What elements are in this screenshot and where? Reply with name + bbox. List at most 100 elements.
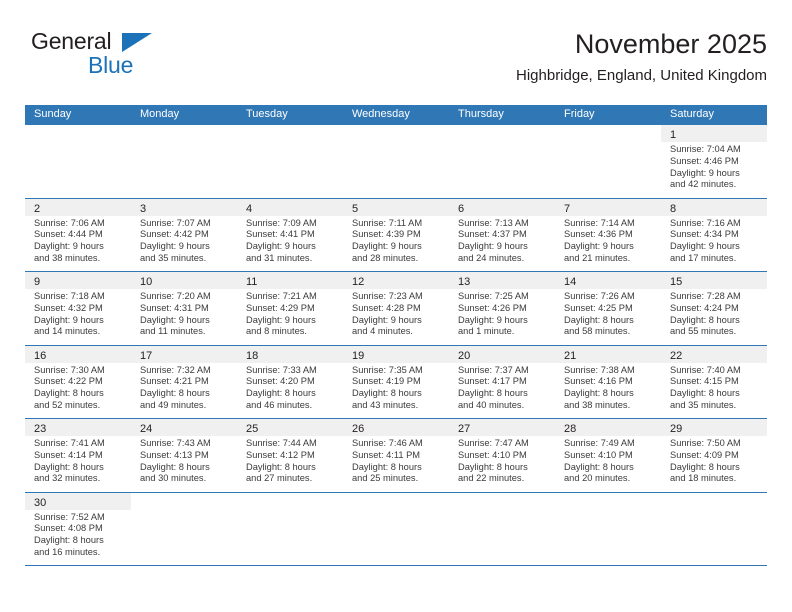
day-cell-12[interactable]: 12 Sunrise: 7:23 AM Sunset: 4:28 PM Dayligh…	[343, 272, 449, 345]
day-detail-line: Sunrise: 7:50 AM	[670, 438, 741, 448]
day-detail-line: and 21 minutes.	[564, 252, 631, 263]
day-detail-line: Sunrise: 7:16 AM	[670, 217, 741, 228]
day-number: 27	[458, 423, 471, 435]
day-detail-line: and 22 minutes.	[458, 473, 525, 484]
day-detail-line: Sunset: 4:26 PM	[458, 302, 527, 313]
day-cell-5[interactable]: 5 Sunrise: 7:11 AM Sunset: 4:39 PM Daylight…	[343, 198, 449, 272]
day-detail-line: and 55 minutes.	[670, 326, 737, 337]
day-cell-23[interactable]: 23 Sunrise: 7:41 AM Sunset: 4:14 PM Dayligh…	[25, 419, 131, 492]
day-details	[343, 142, 449, 144]
day-number-band: 7	[555, 198, 661, 216]
day-number-band: 29	[661, 419, 767, 436]
day-detail-line: and 30 minutes.	[140, 473, 207, 484]
day-detail-line: Daylight: 9 hours	[458, 241, 528, 252]
day-detail-line: and 18 minutes.	[670, 473, 737, 484]
day-cell-16[interactable]: 16 Sunrise: 7:30 AM Sunset: 4:22 PM Dayligh…	[25, 345, 131, 419]
day-detail-line: Sunset: 4:21 PM	[140, 376, 209, 387]
day-cell-6[interactable]: 6 Sunrise: 7:13 AM Sunset: 4:37 PM Daylight…	[449, 198, 555, 272]
day-detail-line: and 38 minutes.	[564, 399, 631, 410]
day-detail-line: Daylight: 8 hours	[246, 388, 316, 399]
day-number: 1	[670, 129, 677, 141]
day-number-band: 16	[25, 345, 131, 363]
day-number: 28	[564, 423, 577, 435]
day-detail-line: Sunrise: 7:41 AM	[34, 438, 105, 448]
day-number: 24	[140, 423, 153, 435]
day-details: Sunrise: 7:18 AM Sunset: 4:32 PM Daylight:…	[25, 289, 131, 338]
day-details: Sunrise: 7:23 AM Sunset: 4:28 PM Daylight:…	[343, 289, 449, 338]
brand-logo[interactable]: General Blue	[25, 28, 175, 86]
day-cell-18[interactable]: 18 Sunrise: 7:33 AM Sunset: 4:20 PM Dayligh…	[237, 345, 343, 419]
day-number-band: 28	[555, 419, 661, 436]
day-detail-line: Sunset: 4:16 PM	[564, 376, 633, 387]
day-number-band: 15	[661, 272, 767, 289]
day-cell-1[interactable]: 1 Sunrise: 7:04 AM Sunset: 4:46 PM Daylight…	[661, 125, 767, 198]
day-detail-line: Daylight: 9 hours	[140, 314, 210, 325]
day-details: Sunrise: 7:07 AM Sunset: 4:42 PM Daylight:…	[131, 216, 237, 265]
day-cell-20[interactable]: 20 Sunrise: 7:37 AM Sunset: 4:17 PM Dayligh…	[449, 345, 555, 419]
day-cell-empty	[131, 493, 237, 566]
day-detail-line: Sunrise: 7:21 AM	[246, 291, 317, 301]
day-detail-line: Sunset: 4:19 PM	[352, 376, 421, 387]
day-number-band: 26	[343, 419, 449, 436]
day-cell-14[interactable]: 14 Sunrise: 7:26 AM Sunset: 4:25 PM Dayligh…	[555, 272, 661, 345]
day-detail-line: Sunset: 4:44 PM	[34, 229, 103, 240]
day-detail-line: Sunrise: 7:38 AM	[564, 364, 635, 375]
day-cell-7[interactable]: 7 Sunrise: 7:14 AM Sunset: 4:36 PM Daylight…	[555, 198, 661, 272]
day-detail-line: and 58 minutes.	[564, 326, 631, 337]
day-cell-11[interactable]: 11 Sunrise: 7:21 AM Sunset: 4:29 PM Dayligh…	[237, 272, 343, 345]
day-cell-21[interactable]: 21 Sunrise: 7:38 AM Sunset: 4:16 PM Dayligh…	[555, 345, 661, 419]
day-detail-line: and 17 minutes.	[670, 252, 737, 263]
day-cell-9[interactable]: 9 Sunrise: 7:18 AM Sunset: 4:32 PM Daylight…	[25, 272, 131, 345]
day-cell-empty	[661, 493, 767, 566]
day-cell-15[interactable]: 15 Sunrise: 7:28 AM Sunset: 4:24 PM Dayligh…	[661, 272, 767, 345]
day-detail-line: Daylight: 9 hours	[34, 241, 104, 252]
day-details	[237, 142, 343, 144]
day-number: 17	[140, 349, 153, 362]
day-detail-line: Daylight: 8 hours	[246, 461, 316, 472]
day-cell-30[interactable]: 30 Sunrise: 7:52 AM Sunset: 4:08 PM Dayligh…	[25, 492, 131, 566]
title-block: November 2025 Highbridge, England, Unite…	[516, 28, 767, 86]
day-details: Sunrise: 7:11 AM Sunset: 4:39 PM Daylight:…	[343, 216, 449, 265]
day-detail-line: Daylight: 8 hours	[564, 314, 634, 325]
day-detail-line: Sunset: 4:11 PM	[352, 449, 421, 460]
day-cell-19[interactable]: 19 Sunrise: 7:35 AM Sunset: 4:19 PM Dayligh…	[343, 345, 449, 419]
day-cell-27[interactable]: 27 Sunrise: 7:47 AM Sunset: 4:10 PM Dayligh…	[449, 419, 555, 492]
day-detail-line: and 31 minutes.	[246, 252, 313, 263]
day-cell-22[interactable]: 22 Sunrise: 7:40 AM Sunset: 4:15 PM Dayligh…	[661, 345, 767, 419]
day-detail-line: Daylight: 8 hours	[352, 461, 422, 472]
day-details: Sunrise: 7:04 AM Sunset: 4:46 PM Daylight:…	[661, 142, 767, 191]
day-detail-line: Sunrise: 7:52 AM	[34, 511, 105, 522]
day-cell-26[interactable]: 26 Sunrise: 7:46 AM Sunset: 4:11 PM Dayligh…	[343, 419, 449, 492]
day-cell-29[interactable]: 29 Sunrise: 7:50 AM Sunset: 4:09 PM Dayligh…	[661, 419, 767, 492]
brand-name-secondary: Blue	[88, 52, 134, 78]
day-detail-line: Sunrise: 7:47 AM	[458, 438, 529, 448]
day-number: 20	[458, 349, 471, 362]
day-number: 12	[352, 276, 365, 288]
day-cell-8[interactable]: 8 Sunrise: 7:16 AM Sunset: 4:34 PM Daylight…	[661, 198, 767, 272]
day-cell-10[interactable]: 10 Sunrise: 7:20 AM Sunset: 4:31 PM Dayligh…	[131, 272, 237, 345]
week-row: 23 Sunrise: 7:41 AM Sunset: 4:14 PM Dayligh…	[25, 418, 767, 492]
day-number: 19	[352, 349, 365, 362]
day-cell-17[interactable]: 17 Sunrise: 7:32 AM Sunset: 4:21 PM Dayligh…	[131, 345, 237, 419]
day-detail-line: Sunset: 4:24 PM	[670, 302, 739, 313]
day-detail-line: Daylight: 8 hours	[670, 388, 740, 399]
day-number-band	[131, 493, 237, 510]
day-detail-line: Daylight: 9 hours	[670, 167, 740, 178]
day-details: Sunrise: 7:13 AM Sunset: 4:37 PM Daylight:…	[449, 216, 555, 265]
day-detail-line: and 20 minutes.	[564, 473, 631, 484]
weekday-header-friday: Friday	[564, 108, 595, 120]
day-details: Sunrise: 7:47 AM Sunset: 4:10 PM Daylight:…	[449, 436, 555, 485]
day-cell-28[interactable]: 28 Sunrise: 7:49 AM Sunset: 4:10 PM Dayligh…	[555, 419, 661, 492]
day-detail-line: Daylight: 9 hours	[246, 314, 316, 325]
day-detail-line: Daylight: 9 hours	[34, 314, 104, 325]
day-detail-line: and 25 minutes.	[352, 473, 419, 484]
day-cell-3[interactable]: 3 Sunrise: 7:07 AM Sunset: 4:42 PM Daylight…	[131, 198, 237, 272]
day-cell-4[interactable]: 4 Sunrise: 7:09 AM Sunset: 4:41 PM Daylight…	[237, 198, 343, 272]
day-cell-25[interactable]: 25 Sunrise: 7:44 AM Sunset: 4:12 PM Dayligh…	[237, 419, 343, 492]
day-cell-2[interactable]: 2 Sunrise: 7:06 AM Sunset: 4:44 PM Daylight…	[25, 198, 131, 272]
day-cell-24[interactable]: 24 Sunrise: 7:43 AM Sunset: 4:13 PM Dayligh…	[131, 419, 237, 492]
day-detail-line: and 38 minutes.	[34, 252, 101, 263]
weekday-header-thursday: Thursday	[458, 108, 504, 120]
day-cell-13[interactable]: 13 Sunrise: 7:25 AM Sunset: 4:26 PM Dayligh…	[449, 272, 555, 345]
day-detail-line: and 35 minutes.	[140, 252, 207, 263]
